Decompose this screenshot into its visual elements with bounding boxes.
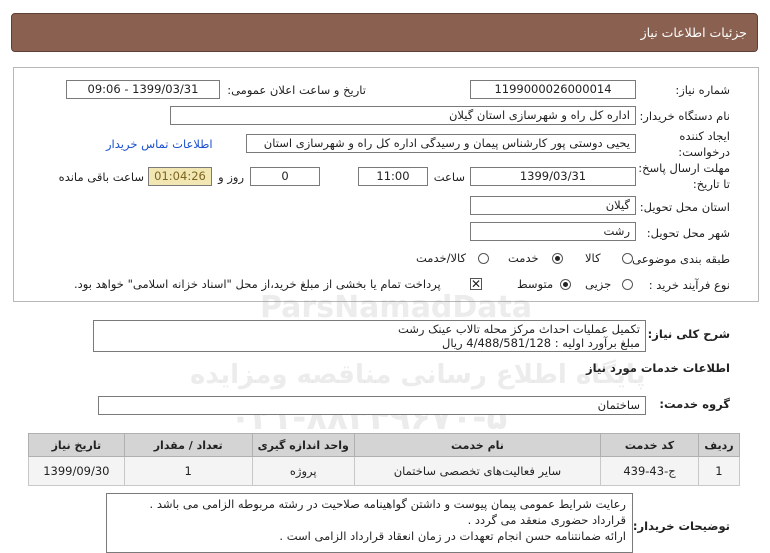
category-goods-service-radio[interactable]	[478, 253, 489, 264]
summary-line-1: تکمیل عملیات احداث مرکز محله تالاب عینک …	[398, 322, 640, 336]
buyer-note-line-2: قرارداد حضوری منعقد می گردد .	[467, 513, 626, 527]
category-label: طبقه بندی موضوعی:	[628, 252, 730, 266]
days-field[interactable]: 0	[250, 167, 320, 186]
page-title: جزئیات اطلاعات نیاز	[640, 25, 747, 40]
cell-qty: 1	[123, 456, 253, 486]
cell-name: سایر فعالیت‌های تخصصی ساختمان	[353, 456, 602, 486]
remaining-time-label: ساعت باقی مانده	[58, 170, 144, 184]
creator-label-1: ایجاد کننده	[679, 129, 730, 143]
summary-field[interactable]: تکمیل عملیات احداث مرکز محله تالاب عینک …	[93, 320, 646, 352]
process-minor-radio[interactable]	[622, 279, 633, 290]
days-label: روز و	[218, 170, 244, 184]
treasury-checkbox[interactable]: ✕	[470, 278, 482, 290]
deadline-time-field[interactable]: 11:00	[358, 167, 428, 186]
process-medium-radio[interactable]	[560, 279, 571, 290]
province-label: استان محل تحویل:	[639, 200, 730, 214]
announce-date-field[interactable]: 1399/03/31 - 09:06	[66, 80, 220, 99]
buyer-notes-label: توضیحات خریدار:	[632, 519, 730, 533]
summary-line-2: مبلغ برآورد اولیه : 4/488/581/128 ریال	[442, 336, 640, 350]
creator-field[interactable]: یحیی دوستی پور کارشناس پیمان و رسیدگی اد…	[246, 134, 636, 153]
deadline-time-label: ساعت	[433, 170, 465, 184]
process-minor-label: جزیی	[585, 277, 612, 291]
process-label: نوع فرآیند خرید :	[648, 278, 730, 292]
deadline-date-field[interactable]: 1399/03/31	[470, 167, 636, 186]
category-goods-radio[interactable]	[622, 253, 633, 264]
cell-code: ج-43-439	[600, 456, 699, 486]
creator-label-2: درخواست:	[678, 145, 730, 159]
watermark-subtitle: پایگاه اطلاع رسانی مناقصه ومزایده	[190, 360, 646, 390]
need-number-field[interactable]: 1199000026000014	[470, 80, 636, 99]
city-label: شهر محل تحویل:	[646, 226, 730, 240]
announce-date-label: تاریخ و ساعت اعلان عمومی:	[227, 83, 366, 97]
page-header: جزئیات اطلاعات نیاز	[11, 13, 758, 52]
remaining-time-field: 01:04:26	[148, 167, 212, 186]
buyer-contact-link[interactable]: اطلاعات تماس خریدار	[106, 137, 213, 151]
category-goods-service-label: کالا/خدمت	[416, 251, 467, 265]
table-row: 1 ج-43-439 سایر فعالیت‌های تخصصی ساختمان…	[28, 456, 741, 486]
col-date: تاریخ نیاز	[28, 433, 125, 457]
buyer-notes-field[interactable]: رعایت شرایط عمومی پیمان پیوست و داشتن گو…	[106, 493, 633, 553]
buyer-org-field[interactable]: اداره کل راه و شهرسازی استان گیلان	[170, 106, 636, 125]
cell-unit: پروژه	[251, 456, 355, 486]
buyer-org-label: نام دستگاه خریدار:	[639, 109, 730, 123]
service-group-label: گروه خدمت:	[659, 397, 730, 411]
deadline-label-1: مهلت ارسال پاسخ:	[638, 161, 730, 175]
cell-date: 1399/09/30	[28, 456, 125, 486]
col-qty: تعداد / مقدار	[123, 433, 253, 457]
col-name: نام خدمت	[353, 433, 602, 457]
province-field[interactable]: گیلان	[470, 196, 636, 215]
buyer-note-line-3: ارائه ضمانتنامه حسن انجام تعهدات در زمان…	[279, 529, 626, 543]
col-unit: واحد اندازه گیری	[251, 433, 355, 457]
col-code: کد خدمت	[600, 433, 699, 457]
col-row: ردیف	[697, 433, 741, 457]
payment-note: پرداخت تمام یا بخشی از مبلغ خرید،از محل …	[74, 277, 441, 291]
services-section-title: اطلاعات خدمات مورد نیاز	[586, 361, 730, 375]
process-medium-label: متوسط	[517, 277, 554, 291]
category-service-radio[interactable]	[552, 253, 563, 264]
table-header-row: ردیف کد خدمت نام خدمت واحد اندازه گیری ت…	[28, 433, 741, 457]
services-table: ردیف کد خدمت نام خدمت واحد اندازه گیری ت…	[28, 433, 741, 486]
city-field[interactable]: رشت	[470, 222, 636, 241]
category-goods-label: کالا	[585, 251, 601, 265]
cell-row: 1	[697, 456, 741, 486]
service-group-field[interactable]: ساختمان	[98, 396, 646, 415]
category-service-label: خدمت	[508, 251, 539, 265]
buyer-note-line-1: رعایت شرایط عمومی پیمان پیوست و داشتن گو…	[149, 497, 626, 511]
summary-label: شرح کلی نیاز:	[647, 327, 730, 341]
need-number-label: شماره نیاز:	[675, 83, 730, 97]
deadline-label-2: تا تاریخ:	[692, 177, 730, 191]
